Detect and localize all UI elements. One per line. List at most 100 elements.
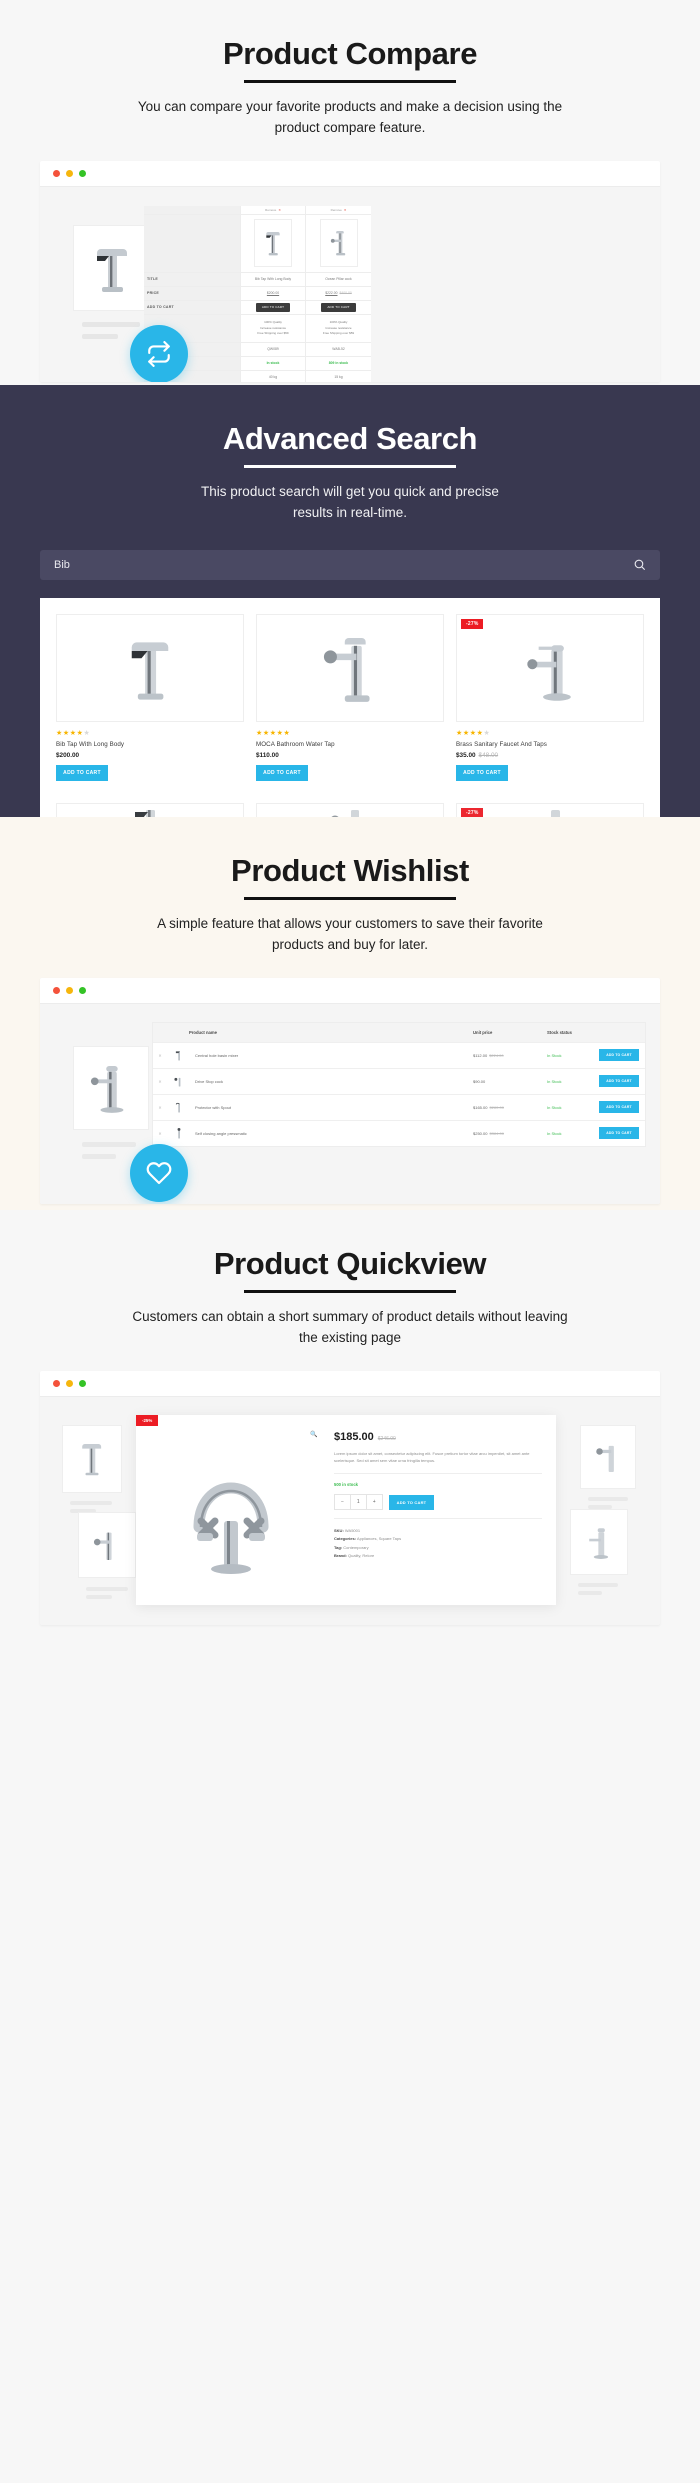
close-dot-icon[interactable]: [53, 1379, 60, 1387]
add-to-cart-button[interactable]: ADD TO CART: [321, 302, 356, 313]
skeleton-line: [82, 321, 140, 327]
remove-product-button[interactable]: Remove ✕: [241, 206, 305, 215]
rating-stars: ★★★★★: [56, 729, 91, 737]
divider: [334, 1518, 542, 1520]
search-input[interactable]: Bib: [54, 559, 70, 571]
star-empty-icon: ★: [483, 729, 491, 737]
close-dot-icon[interactable]: [53, 169, 60, 177]
maximize-dot-icon[interactable]: [79, 986, 86, 994]
quantity-stepper[interactable]: − 1 +: [334, 1494, 383, 1511]
product-price: $200.00: [56, 752, 244, 759]
title-underline: [244, 1290, 456, 1293]
faucet-icon: [131, 642, 169, 700]
remove-row-button[interactable]: ✕: [153, 1125, 167, 1142]
remove-row-button[interactable]: ✕: [153, 1099, 167, 1116]
compare-hero-product-image: [73, 224, 151, 311]
remove-x-icon[interactable]: ✕: [344, 208, 347, 213]
quantity-value[interactable]: 1: [349, 1495, 367, 1510]
faucet-icon: [97, 248, 127, 292]
discount-badge: -27%: [461, 618, 484, 629]
row-thumbnail: [167, 1095, 189, 1120]
product-image: [56, 802, 244, 817]
meta-label: SKU:: [334, 1528, 344, 1534]
add-to-cart-button[interactable]: ADD TO CART: [599, 1075, 639, 1088]
compare-product-price: $200.00: [241, 287, 305, 301]
maximize-dot-icon[interactable]: [79, 169, 86, 177]
add-to-cart-button[interactable]: ADD TO CART: [456, 764, 508, 781]
add-to-cart-button[interactable]: ADD TO CART: [255, 302, 291, 313]
add-to-cart-button[interactable]: ADD TO CART: [599, 1127, 639, 1140]
add-to-cart-button[interactable]: ADD TO CART: [388, 1494, 435, 1510]
close-dot-icon[interactable]: [53, 986, 60, 994]
faucet-icon: [177, 1127, 180, 1139]
title-underline: [244, 465, 456, 468]
faucet-icon: [589, 1528, 609, 1559]
minimize-dot-icon[interactable]: [66, 986, 73, 994]
quickview-price: $185.00 $246.00: [334, 1431, 542, 1443]
compare-feature-button[interactable]: [130, 324, 188, 382]
minimize-dot-icon[interactable]: [66, 169, 73, 177]
search-subtitle: This product search will get you quick a…: [201, 484, 499, 520]
meta-value: WA5001: [344, 1528, 361, 1534]
feature-showcase-page: Product Compare You can compare your fav…: [0, 0, 700, 2483]
maximize-dot-icon[interactable]: [79, 1379, 86, 1387]
compare-product-price: $222.00 $400.00: [306, 287, 371, 301]
search-icon[interactable]: [633, 558, 646, 571]
magnifier-icon[interactable]: 🔍: [310, 1431, 317, 1438]
search-input-wrapper[interactable]: Bib: [40, 549, 660, 580]
search-results-panel: ★★★★★ Bib Tap With Long Body $200.00 ADD…: [40, 597, 660, 817]
wishlist-table: Product name Unit price Stock status ✕ C…: [152, 1021, 646, 1147]
compare-sku: QW089: [241, 343, 305, 357]
meta-value[interactable]: Appliances, Square Taps: [357, 1536, 401, 1541]
rating-stars: ★★★★★: [256, 729, 291, 737]
meta-value[interactable]: Contemporary: [343, 1545, 368, 1550]
product-card[interactable]: ★★★★★ MOCA Bathroom Water Tap $110.00 AD…: [250, 608, 450, 787]
wishlist-feature-button[interactable]: [130, 1143, 188, 1202]
table-row: ✕ Protector with Spout $165.00 $280.00 In…: [153, 1093, 645, 1120]
remove-row-button[interactable]: ✕: [153, 1047, 167, 1064]
compare-row-label-price: PRICE: [144, 287, 240, 301]
wishlist-title-text: Product Wishlist: [231, 853, 469, 888]
title-underline: [244, 80, 456, 83]
faucet-icon: [90, 1065, 124, 1113]
compare-product-image-cell: [306, 215, 371, 273]
remove-label: Remove: [330, 207, 342, 212]
product-card[interactable]: [250, 797, 450, 817]
product-card[interactable]: -27%: [450, 797, 650, 817]
quantity-increment-button[interactable]: +: [367, 1495, 382, 1509]
minimize-dot-icon[interactable]: [66, 1379, 73, 1387]
remove-product-button[interactable]: Remove ✕: [306, 206, 371, 215]
quickview-purchase-row: − 1 + ADD TO CART: [334, 1494, 542, 1511]
skeleton-line: [86, 1586, 128, 1591]
add-to-cart-button[interactable]: ADD TO CART: [256, 764, 308, 781]
product-thumbnail: [254, 219, 292, 268]
heart-icon: [146, 1162, 172, 1184]
remove-row-button[interactable]: ✕: [153, 1073, 167, 1090]
price-value: $200.00: [266, 290, 280, 295]
skeleton-line: [588, 1496, 628, 1501]
background-product-thumb: [570, 1508, 628, 1575]
compare-product-title: Ocean Pillar cock: [306, 273, 371, 287]
remove-label: Remove: [265, 207, 277, 212]
browser-titlebar: [40, 1370, 660, 1397]
wishlist-subtitle: A simple feature that allows your custom…: [157, 916, 543, 952]
compare-mock-body: TITLE PRICE ADD TO CART Remove ✕ Bib Tap…: [40, 186, 660, 382]
quickview-subtitle: Customers can obtain a short summary of …: [132, 1309, 568, 1345]
quantity-decrement-button[interactable]: −: [335, 1495, 350, 1509]
section-product-compare: Product Compare You can compare your fav…: [0, 0, 700, 385]
compare-cell-spacer: [144, 206, 240, 215]
product-card[interactable]: -27% ★★★★★ Brass Sanitary Faucet And Tap…: [450, 608, 650, 787]
row-unit-price: $90.00: [473, 1079, 547, 1084]
product-card[interactable]: [50, 797, 250, 817]
meta-value[interactable]: Quality, Relore: [348, 1553, 374, 1558]
row-stock-status: In Stock: [547, 1130, 562, 1136]
add-to-cart-button[interactable]: ADD TO CART: [599, 1101, 639, 1114]
meta-label: Brand:: [334, 1553, 347, 1559]
remove-x-icon[interactable]: ✕: [278, 208, 281, 213]
feature-item: Free Shipping over $59: [257, 331, 289, 336]
add-to-cart-button[interactable]: ADD TO CART: [56, 764, 108, 781]
quickview-details: 🔍 $185.00 $246.00 Lorem ipsum dolor sit a…: [310, 1415, 556, 1605]
old-price-value: $384.00: [489, 1130, 504, 1136]
add-to-cart-button[interactable]: ADD TO CART: [599, 1049, 639, 1062]
product-card[interactable]: ★★★★★ Bib Tap With Long Body $200.00 ADD…: [50, 608, 250, 787]
